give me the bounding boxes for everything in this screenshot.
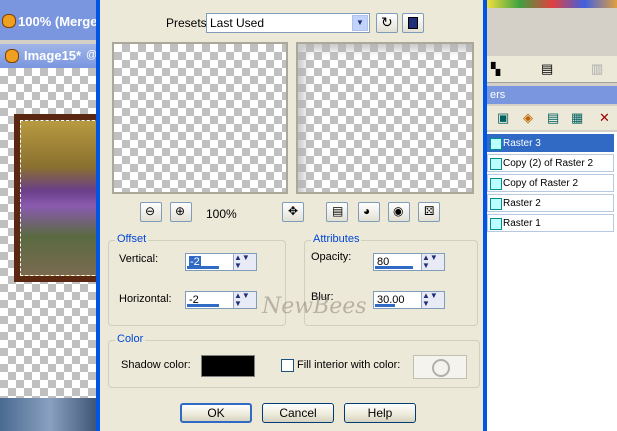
palette-strip — [487, 0, 617, 8]
zoom-out-button[interactable]: ⊖ — [140, 202, 162, 222]
layer-group-icon[interactable]: ▦ — [571, 110, 583, 126]
cancel-label: Cancel — [279, 406, 317, 420]
zoom-in-button[interactable]: ⊕ — [170, 202, 192, 222]
opacity-bar — [375, 266, 413, 269]
layer-label: Raster 3 — [503, 138, 541, 149]
pan-button[interactable]: ✥ — [282, 202, 304, 222]
layer-label: Copy (2) of Raster 2 — [503, 158, 594, 169]
canvas-image-frame — [14, 114, 100, 282]
horizontal-offset-input[interactable]: -2 ▲▼ ▼ — [185, 291, 257, 309]
layer-row-copy-2-raster-2[interactable]: Copy (2) of Raster 2 — [487, 154, 614, 172]
canvas-bottom-strip — [0, 398, 100, 431]
layer-mask-icon[interactable]: ◈ — [523, 110, 533, 126]
source-preview[interactable] — [112, 42, 288, 194]
help-button[interactable]: Help — [344, 403, 416, 423]
zoom-level: 100% — [206, 207, 237, 221]
ok-button[interactable]: OK — [180, 403, 252, 423]
layers-panel-tools: ▣ ◈ ▤ ▦ ✕ — [487, 106, 617, 130]
main-window-title: 100% (Merged — [18, 14, 106, 29]
shadow-color-swatch[interactable] — [201, 355, 255, 377]
vertical-offset-bar — [187, 266, 219, 269]
move-arrows-icon: ✥ — [288, 204, 299, 218]
lilac-painting — [20, 120, 100, 276]
cancel-button[interactable]: Cancel — [262, 403, 334, 423]
blur-input[interactable]: 30.00 ▲▼ ▼ — [373, 291, 445, 309]
delete-layer-icon[interactable]: ▥ — [591, 61, 603, 77]
offset-group-title: Offset — [115, 233, 149, 245]
watermark: NewBees — [262, 294, 367, 319]
layer-label: Raster 2 — [503, 198, 541, 209]
save-disk-icon — [408, 17, 418, 29]
presets-dropdown[interactable]: Last Used ▼ — [206, 13, 370, 33]
color-group-title: Color — [115, 333, 146, 345]
proof-button[interactable]: ▤ — [326, 202, 348, 222]
eye-icon: ◉ — [393, 204, 404, 218]
vertical-offset-input[interactable]: -2 ▲▼ ▼ — [185, 253, 257, 271]
app-icon — [2, 14, 16, 28]
layer-label: Copy of Raster 2 — [503, 178, 579, 189]
proof-icon: ▤ — [332, 204, 344, 218]
blur-bar — [375, 304, 395, 307]
layer-label: Raster 1 — [503, 218, 541, 229]
opacity-label: Opacity: — [311, 251, 352, 263]
spin-arrows-icon[interactable]: ▲▼ ▼ — [233, 292, 256, 308]
raster-layer-icon — [490, 158, 502, 170]
chevron-down-icon[interactable]: ▼ — [352, 15, 368, 31]
document-icon — [5, 49, 19, 63]
fill-color-swatch — [413, 355, 467, 379]
zoom-out-icon: ⊖ — [145, 204, 156, 218]
fill-interior-checkbox[interactable] — [281, 359, 294, 372]
layer-row-copy-raster-2[interactable]: Copy of Raster 2 — [487, 174, 614, 192]
offset-group: Offset Vertical: -2 ▲▼ ▼ Horizontal: -2 ▲… — [108, 233, 286, 326]
layers-panel-title: ers — [490, 89, 506, 101]
new-layer-icon[interactable]: ▤ — [541, 61, 553, 77]
spin-arrows-icon[interactable]: ▲▼ ▼ — [421, 254, 444, 270]
layer-row-raster-3[interactable]: Raster 3 — [487, 134, 614, 152]
help-label: Help — [367, 406, 393, 420]
layers-toolbar: ▚ ▤ ▥ — [487, 56, 617, 83]
eye-lock-icon: ◕ — [363, 204, 371, 218]
attributes-group-title: Attributes — [311, 233, 362, 245]
auto-proof-button[interactable]: ◕ — [358, 202, 380, 222]
raster-layer-icon — [490, 198, 502, 210]
presets-label: Presets: — [166, 16, 211, 30]
layer-row-raster-1[interactable]: Raster 1 — [487, 214, 614, 232]
layer-delete-icon[interactable]: ✕ — [599, 110, 610, 126]
dice-icon: ⚄ — [424, 204, 435, 218]
opacity-input[interactable]: 80 ▲▼ ▼ — [373, 253, 445, 271]
document-title: Image15* — [24, 48, 82, 63]
layer-tool-icon[interactable]: ▚ — [491, 62, 500, 76]
randomize-button[interactable]: ⚄ — [418, 202, 440, 222]
drop-shadow-dialog: Presets: Last Used ▼ ↻ ⊖ ⊕ 100% ✥ ▤ ◕ ◉ … — [96, 0, 487, 431]
reset-preset-button[interactable]: ↻ — [376, 13, 398, 33]
spin-arrows-icon[interactable]: ▲▼ ▼ — [421, 292, 444, 308]
reset-arrow-icon: ↻ — [381, 14, 393, 30]
vertical-label: Vertical: — [119, 253, 159, 265]
disabled-circle-icon — [432, 359, 450, 377]
layer-merge-icon[interactable]: ▤ — [547, 110, 559, 126]
layers-panel-header: ers — [487, 86, 617, 104]
layer-row-raster-2[interactable]: Raster 2 — [487, 194, 614, 212]
zoom-in-icon: ⊕ — [175, 204, 186, 218]
result-preview — [296, 42, 474, 194]
layer-properties-icon[interactable]: ▣ — [497, 110, 509, 126]
preview-toggle-button[interactable]: ◉ — [388, 202, 410, 222]
main-window-titlebar: 100% (Merged — [0, 0, 105, 40]
spin-arrows-icon[interactable]: ▲▼ ▼ — [233, 254, 256, 270]
raster-layer-icon — [490, 178, 502, 190]
raster-layer-icon — [490, 218, 502, 230]
shadow-color-label: Shadow color: — [121, 359, 191, 371]
document-titlebar: Image15* @ — [0, 44, 100, 68]
ok-label: OK — [207, 406, 225, 420]
fill-interior-label: Fill interior with color: — [297, 359, 401, 371]
horizontal-offset-bar — [187, 304, 219, 307]
color-group: Color Shadow color: Fill interior with c… — [108, 333, 480, 388]
raster-layer-icon — [490, 138, 502, 150]
presets-value: Last Used — [210, 16, 265, 30]
save-preset-button[interactable] — [402, 13, 424, 33]
horizontal-label: Horizontal: — [119, 293, 172, 305]
